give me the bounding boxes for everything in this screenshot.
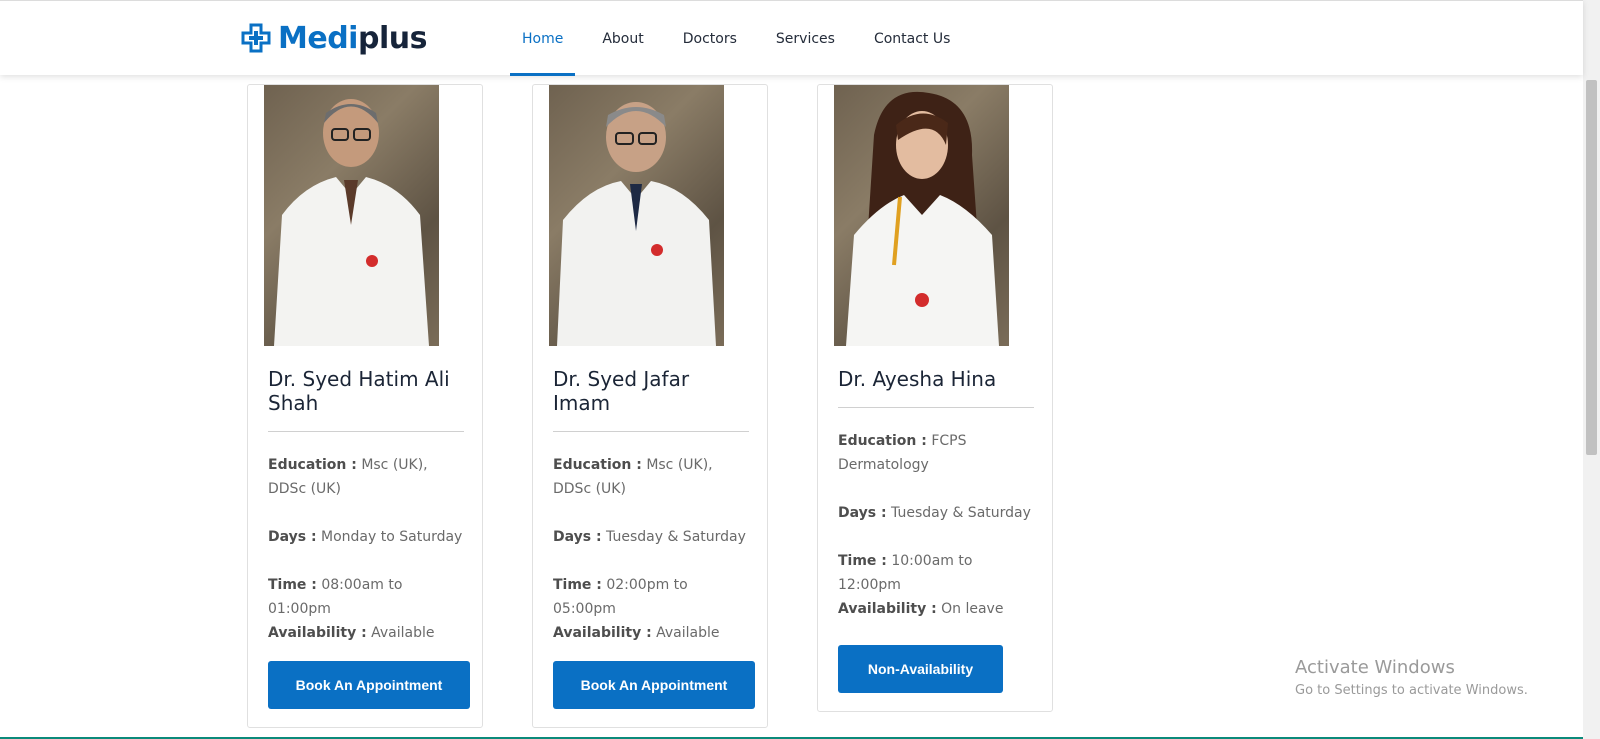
nav-doctors[interactable]: Doctors: [683, 1, 737, 76]
availability-value: On leave: [941, 601, 1004, 617]
medical-cross-icon: [241, 23, 271, 53]
doctor-availability: Availability : On leave: [838, 597, 1038, 621]
availability-value: Available: [656, 625, 720, 641]
doctor-days: Days : Tuesday & Saturday: [553, 525, 753, 549]
doctor-card: Dr. Syed Jafar Imam Education : Msc (UK)…: [532, 84, 768, 728]
doctor-card: Dr. Ayesha Hina Education : FCPS Dermato…: [817, 84, 1053, 712]
brand-name: Mediplus: [278, 21, 427, 56]
card-divider: [268, 431, 464, 432]
days-label: Days :: [268, 529, 317, 545]
book-appointment-button[interactable]: Book An Appointment: [553, 661, 755, 709]
book-appointment-button[interactable]: Book An Appointment: [268, 661, 470, 709]
days-label: Days :: [553, 529, 602, 545]
education-label: Education :: [553, 457, 642, 473]
doctor-portrait-icon: [274, 99, 429, 346]
non-availability-button[interactable]: Non-Availability: [838, 645, 1003, 693]
main-nav: Home About Doctors Services Contact Us: [509, 1, 989, 76]
education-label: Education :: [838, 433, 927, 449]
time-label: Time :: [553, 577, 602, 593]
doctor-name: Dr. Ayesha Hina: [838, 367, 997, 391]
doctor-education: Education : Msc (UK), DDSc (UK): [553, 453, 753, 501]
availability-label: Availability :: [268, 625, 367, 641]
doctor-portrait-icon: [557, 102, 716, 346]
doctor-photo: [834, 85, 1009, 346]
brand-name-part2: plus: [357, 20, 427, 56]
nav-services[interactable]: Services: [776, 1, 835, 76]
nav-home[interactable]: Home: [509, 1, 576, 76]
doctor-time: Time : 08:00am to 01:00pm: [268, 573, 468, 621]
days-label: Days :: [838, 505, 887, 521]
doctor-days: Days : Monday to Saturday: [268, 525, 468, 549]
doctor-time: Time : 10:00am to 12:00pm: [838, 549, 1038, 597]
doctor-card: Dr. Syed Hatim Ali Shah Education : Msc …: [247, 84, 483, 728]
days-value: Tuesday & Saturday: [606, 529, 746, 545]
page-scrollbar[interactable]: [1583, 0, 1600, 739]
scrollbar-thumb[interactable]: [1586, 80, 1597, 455]
nav-about[interactable]: About: [602, 1, 643, 76]
doctor-availability: Availability : Available: [553, 621, 753, 645]
doctor-days: Days : Tuesday & Saturday: [838, 501, 1038, 525]
brand-name-part1: Medi: [278, 20, 358, 56]
card-divider: [553, 431, 749, 432]
windows-activation-watermark: Activate Windows Go to Settings to activ…: [1295, 657, 1528, 701]
doctor-photo: [264, 85, 439, 346]
doctor-name: Dr. Syed Jafar Imam: [553, 367, 690, 415]
availability-value: Available: [371, 625, 435, 641]
education-label: Education :: [268, 457, 357, 473]
doctor-time: Time : 02:00pm to 05:00pm: [553, 573, 753, 621]
availability-label: Availability :: [838, 601, 937, 617]
watermark-subtitle: Go to Settings to activate Windows.: [1295, 683, 1528, 698]
doctor-education: Education : FCPS Dermatology: [838, 429, 1038, 477]
watermark-title: Activate Windows: [1295, 657, 1455, 678]
site-header: Mediplus Home About Doctors Services Con…: [0, 0, 1583, 76]
doctor-name: Dr. Syed Hatim Ali Shah: [268, 367, 450, 415]
days-value: Monday to Saturday: [321, 529, 463, 545]
time-label: Time :: [838, 553, 887, 569]
nav-contact-us[interactable]: Contact Us: [874, 1, 950, 76]
card-divider: [838, 407, 1034, 408]
doctor-photo: [549, 85, 724, 346]
availability-label: Availability :: [553, 625, 652, 641]
doctor-portrait-icon: [846, 91, 999, 346]
brand-logo[interactable]: Mediplus: [240, 18, 427, 58]
doctor-availability: Availability : Available: [268, 621, 468, 645]
doctor-education: Education : Msc (UK), DDSc (UK): [268, 453, 468, 501]
days-value: Tuesday & Saturday: [891, 505, 1031, 521]
time-label: Time :: [268, 577, 317, 593]
